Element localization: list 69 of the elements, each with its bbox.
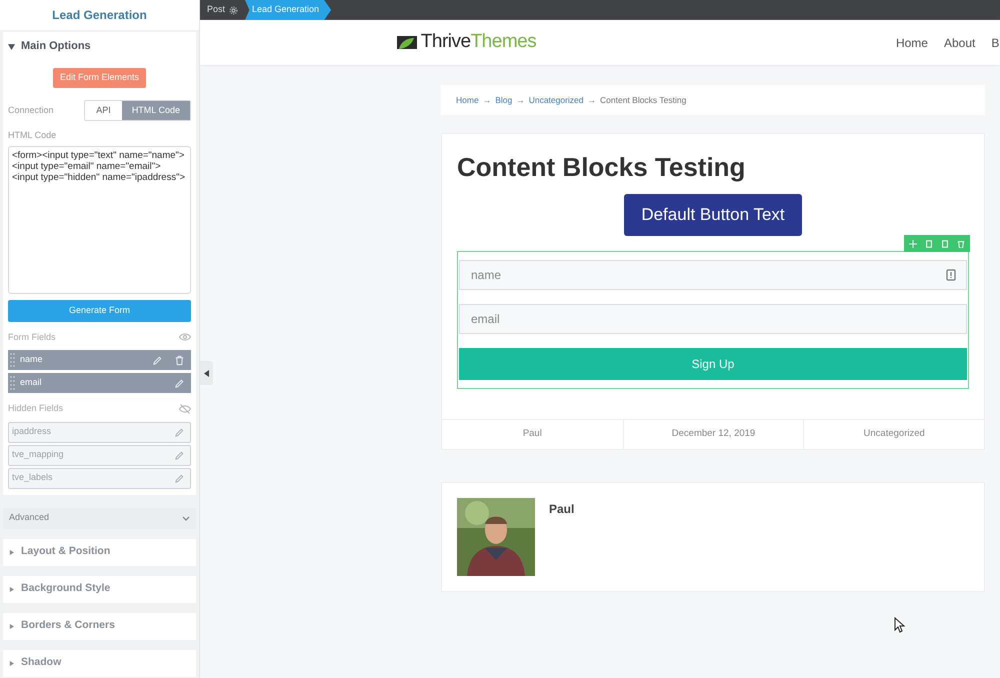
hidden-field-row[interactable]: ipaddress bbox=[8, 422, 191, 442]
section-header[interactable]: Shadow bbox=[3, 650, 196, 676]
html-code-label: HTML Code bbox=[8, 129, 58, 142]
breadcrumb-tab[interactable]: Post bbox=[200, 0, 246, 20]
field-name: email bbox=[20, 376, 43, 390]
connection-toggle[interactable]: HTML Code bbox=[122, 101, 190, 120]
default-button[interactable]: Default Button Text bbox=[624, 194, 802, 236]
breadcrumb-link[interactable]: Home bbox=[456, 94, 479, 106]
form-fields-label: Form Fields bbox=[8, 330, 56, 344]
field-name: name bbox=[20, 353, 44, 366]
post-meta: Uncategorized bbox=[803, 420, 984, 449]
delete-icon[interactable] bbox=[174, 354, 185, 366]
generate-form-button[interactable]: Generate Form bbox=[8, 300, 191, 322]
panel-title: Lead Generation bbox=[52, 7, 147, 24]
section-header[interactable]: Background Style bbox=[3, 576, 196, 602]
nav-link[interactable]: Home bbox=[896, 34, 928, 52]
post-meta: December 12, 2019 bbox=[622, 420, 804, 449]
required-icon bbox=[946, 269, 956, 281]
eye-off-icon[interactable] bbox=[179, 404, 191, 414]
section-header[interactable]: Borders & Corners bbox=[3, 612, 196, 640]
logo-text: Thrive bbox=[420, 30, 471, 54]
caret-icon bbox=[9, 660, 14, 666]
gear-icon bbox=[229, 6, 238, 14]
post-meta: Paul bbox=[522, 427, 543, 442]
breadcrumb-tab[interactable]: Lead Generation bbox=[245, 0, 332, 20]
breadcrumb-link[interactable]: Blog bbox=[495, 94, 512, 106]
caret-icon bbox=[9, 624, 14, 628]
nav-link[interactable]: Bl bbox=[991, 34, 1000, 52]
advanced-toggle[interactable]: Advanced bbox=[3, 508, 196, 528]
nav-link[interactable]: About bbox=[944, 34, 976, 52]
caret-icon bbox=[8, 42, 15, 50]
edit-form-elements-button[interactable]: Edit Form Elements bbox=[52, 68, 146, 88]
eye-icon[interactable] bbox=[179, 333, 191, 342]
breadcrumb-separator: → bbox=[482, 94, 492, 106]
form-field-row[interactable]: name bbox=[8, 350, 191, 370]
sign-up-button[interactable]: Sign Up bbox=[459, 348, 967, 380]
chevron-icon bbox=[182, 516, 190, 520]
breadcrumb-separator: → bbox=[588, 94, 596, 106]
edit-icon[interactable] bbox=[174, 450, 185, 460]
field-name: tve_mapping bbox=[12, 448, 65, 462]
collapse-handle[interactable] bbox=[200, 361, 213, 385]
breadcrumb-current: Content Blocks Testing bbox=[600, 94, 686, 106]
html-code-field[interactable]: <form><input type="text" name="name"> <input type="email" name="email"> <input type="hidden" name="ipaddress"> bbox=[8, 146, 191, 294]
caret-icon bbox=[204, 370, 209, 376]
section-header[interactable]: Main Options bbox=[8, 32, 191, 60]
hidden-field-row[interactable]: tve_labels bbox=[8, 468, 191, 488]
breadcrumb-link[interactable]: Uncategorized bbox=[528, 94, 584, 106]
author-name: Paul bbox=[549, 501, 574, 518]
section-header[interactable]: Layout & Position bbox=[3, 538, 196, 566]
post-title: Content Blocks Testing bbox=[456, 151, 746, 182]
field-name: tve_labels bbox=[12, 471, 54, 484]
logo-text: Themes bbox=[470, 30, 536, 54]
leaf-logo-icon bbox=[396, 34, 418, 52]
move-icon[interactable] bbox=[909, 240, 917, 248]
caret-icon bbox=[9, 586, 14, 592]
connection-label: Connection bbox=[8, 104, 55, 117]
caret-icon bbox=[9, 550, 14, 554]
form-input[interactable]: email bbox=[459, 304, 967, 334]
drag-handle-icon[interactable] bbox=[10, 352, 15, 368]
drag-handle-icon[interactable] bbox=[10, 375, 15, 391]
hidden-field-row[interactable]: tve_mapping bbox=[8, 444, 191, 466]
breadcrumb-separator: → bbox=[516, 94, 525, 106]
form-field-row[interactable]: email bbox=[8, 373, 191, 393]
field-name: ipaddress bbox=[12, 425, 52, 438]
mouse-pointer-icon bbox=[894, 617, 905, 633]
edit-icon[interactable] bbox=[174, 472, 185, 484]
hidden-fields-label: Hidden Fields bbox=[8, 402, 64, 415]
form-input[interactable]: name bbox=[459, 260, 967, 290]
edit-icon[interactable] bbox=[174, 426, 185, 438]
